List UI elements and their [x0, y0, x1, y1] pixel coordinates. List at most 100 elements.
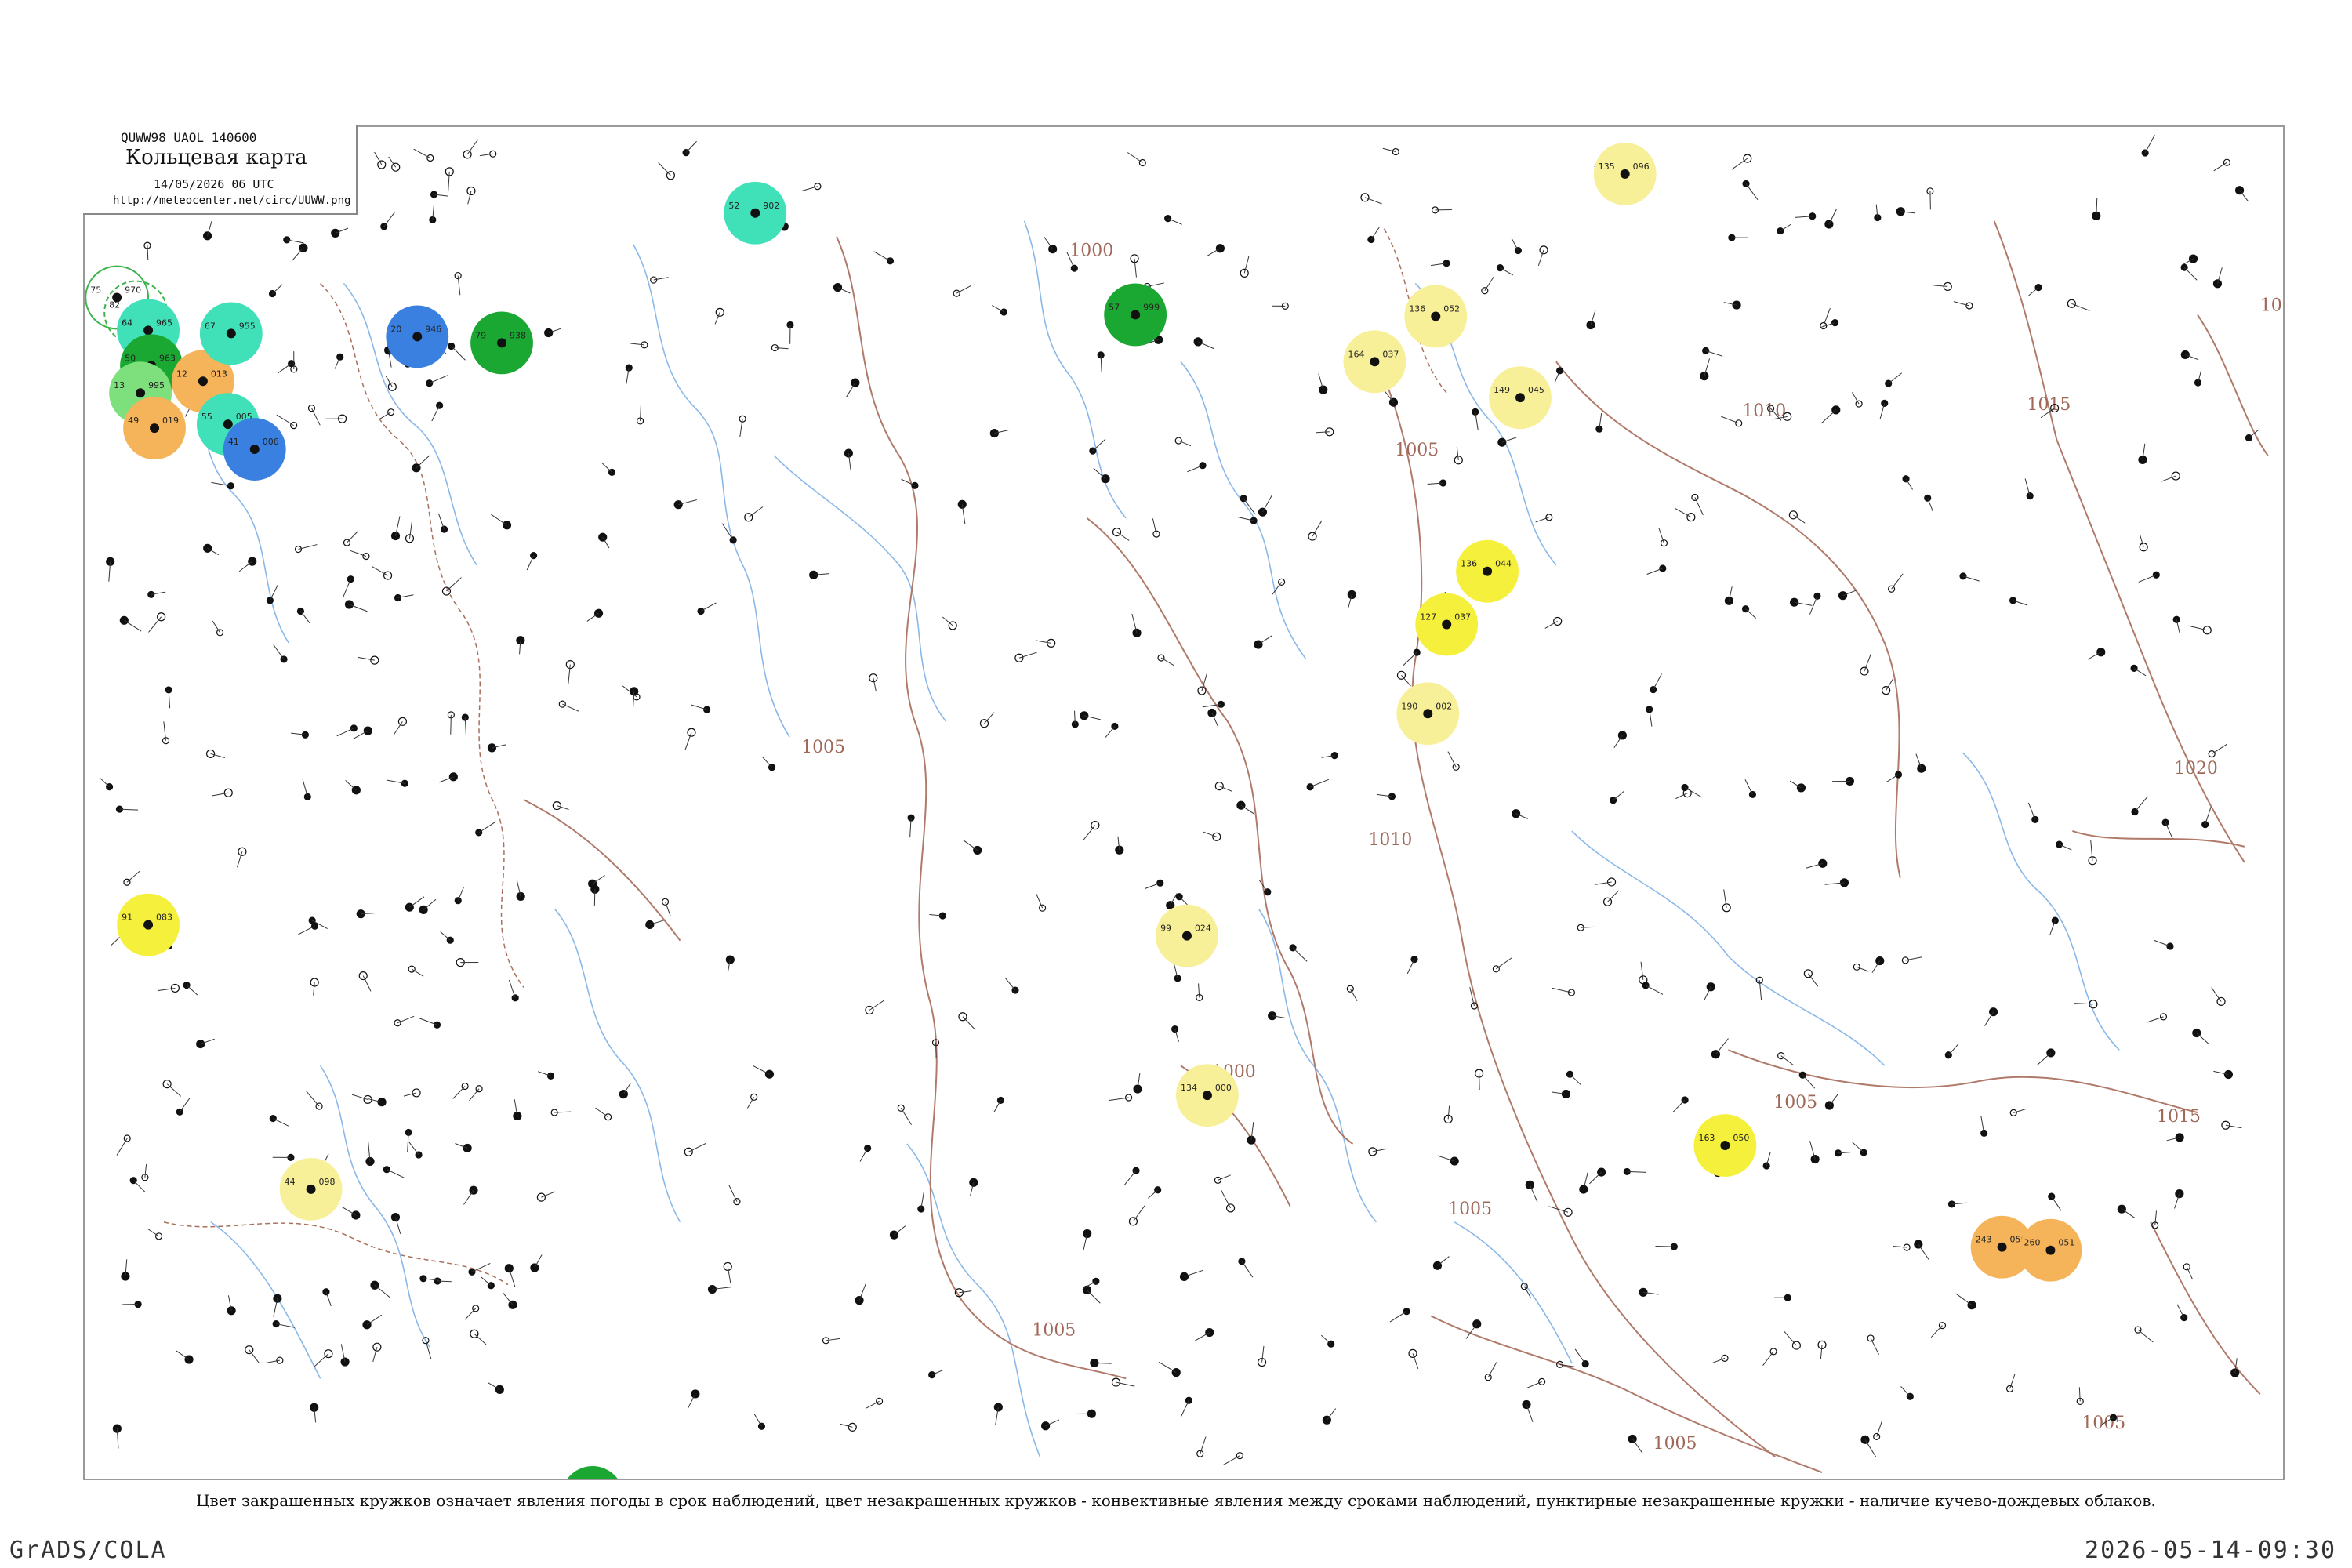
station-dot [1346, 985, 1354, 993]
wind-barb [403, 1092, 417, 1097]
wind-barb [1574, 1348, 1586, 1364]
station-temperature: 41 [228, 437, 239, 447]
wind-barb [1447, 1105, 1450, 1120]
wind-barb [366, 1314, 383, 1326]
station-dot [227, 1306, 236, 1316]
isobar-label-1005: 1005 [1448, 1200, 1492, 1219]
map-canvas: 1000 1005 1005 1005 1005 1005 1005 1005 … [85, 135, 2283, 1479]
station-pressure: 019 [162, 416, 179, 426]
wind-barb [1326, 1408, 1337, 1421]
wind-barb [869, 1000, 885, 1011]
wind-barb [753, 1414, 762, 1427]
station-pressure: 938 [510, 330, 526, 340]
wind-barb [1487, 1362, 1497, 1377]
wind-barb [179, 1098, 191, 1112]
wind-barb [873, 251, 891, 262]
wind-barb [351, 1094, 368, 1100]
wind-barb [2176, 1304, 2185, 1318]
wind-barb [311, 408, 321, 426]
station-dot [362, 552, 370, 561]
station-temperature: 135 [1599, 162, 1615, 172]
station-dot [2175, 1133, 2184, 1142]
wind-barb [1674, 507, 1692, 518]
wind-barb [1134, 258, 1137, 278]
station-dust-circle: 045 149 [1489, 366, 1552, 430]
wind-barb [148, 616, 162, 633]
wind-barb [761, 756, 772, 768]
wind-barb [479, 153, 493, 157]
wind-barb [1675, 793, 1688, 800]
wind-barb [1219, 786, 1232, 792]
station-temperature: 64 [122, 318, 132, 328]
wind-barb [451, 346, 466, 361]
wind-barb [397, 1015, 415, 1024]
wind-barb [1745, 183, 1759, 200]
map-frame: 1000 1005 1005 1005 1005 1005 1005 1005 … [83, 125, 2285, 1480]
station-dot [1617, 731, 1627, 740]
wind-barb [1900, 1386, 1911, 1397]
station-dot [1824, 220, 1834, 229]
wind-barb [1589, 1171, 1602, 1185]
wind-barb [394, 721, 403, 735]
station-dot [412, 1088, 421, 1098]
wind-barb [562, 703, 580, 713]
wind-barb [1762, 1351, 1774, 1367]
station-dust-circle: 037 164 [1343, 330, 1406, 394]
station-thunderstorm-circle: 999 57 [1104, 283, 1167, 347]
wind-barb [298, 544, 318, 550]
station-temperature: 163 [1698, 1133, 1715, 1143]
station-dust-circle: 000 134 [1176, 1064, 1239, 1127]
wind-barb [1870, 1338, 1879, 1355]
station-dot [383, 571, 393, 580]
wind-barb [1292, 947, 1308, 962]
station-thunderstorm-circle: 938 79 [470, 311, 533, 375]
station-dot [1796, 783, 1806, 793]
isobar-label-1020: 1020 [2260, 296, 2283, 315]
station-dot [1138, 158, 1146, 167]
wind-barb [362, 975, 372, 992]
wind-barb [2028, 287, 2039, 296]
station-dot [203, 231, 212, 241]
wind-barb [1158, 1361, 1177, 1374]
wind-barb [374, 1284, 390, 1298]
wind-barb [1123, 1170, 1137, 1185]
wind-barb [963, 840, 978, 851]
isobar-label-1005: 1005 [1395, 441, 1439, 460]
wind-barb [2138, 574, 2157, 583]
wind-barb [464, 1308, 477, 1320]
station-dust-circle: 052 136 [1404, 285, 1468, 348]
station-dot [530, 1263, 539, 1272]
wind-barb [956, 285, 972, 294]
wind-barb [1240, 804, 1254, 815]
wind-barb [1918, 1243, 1929, 1260]
wind-barb [714, 312, 720, 325]
station-temperature: 79 [475, 330, 486, 340]
wind-barb [383, 212, 395, 227]
station-dot [1322, 1415, 1331, 1425]
wind-barb [1570, 1073, 1581, 1085]
station-pressure: 051 [2058, 1238, 2074, 1248]
wind-barb [1372, 1148, 1387, 1152]
wind-barb [144, 1164, 147, 1178]
wind-barb [379, 412, 391, 419]
wind-barb [2027, 802, 2036, 820]
map-caption: Цвет закрашенных кружков означает явлени… [196, 1491, 2156, 1510]
wind-barb [1705, 350, 1723, 357]
wind-barb [1820, 1345, 1823, 1359]
station-dot [280, 655, 288, 663]
wind-barb [147, 1228, 159, 1237]
station-temperature: 243 [1976, 1235, 1992, 1245]
station-snow-circle: 946 20 [386, 305, 449, 368]
wind-barb [349, 604, 368, 612]
wind-barb [166, 1083, 182, 1097]
station-dot [391, 162, 401, 172]
wind-barb [935, 1042, 937, 1058]
station-dot [1914, 1240, 1923, 1249]
wind-barb [341, 1206, 357, 1216]
station-pressure: 024 [1195, 924, 1211, 934]
station-dot [294, 545, 303, 554]
wind-barb [269, 584, 278, 601]
station-dot [223, 788, 233, 797]
wind-barb [1876, 1420, 1883, 1437]
station-dot [757, 1422, 766, 1430]
